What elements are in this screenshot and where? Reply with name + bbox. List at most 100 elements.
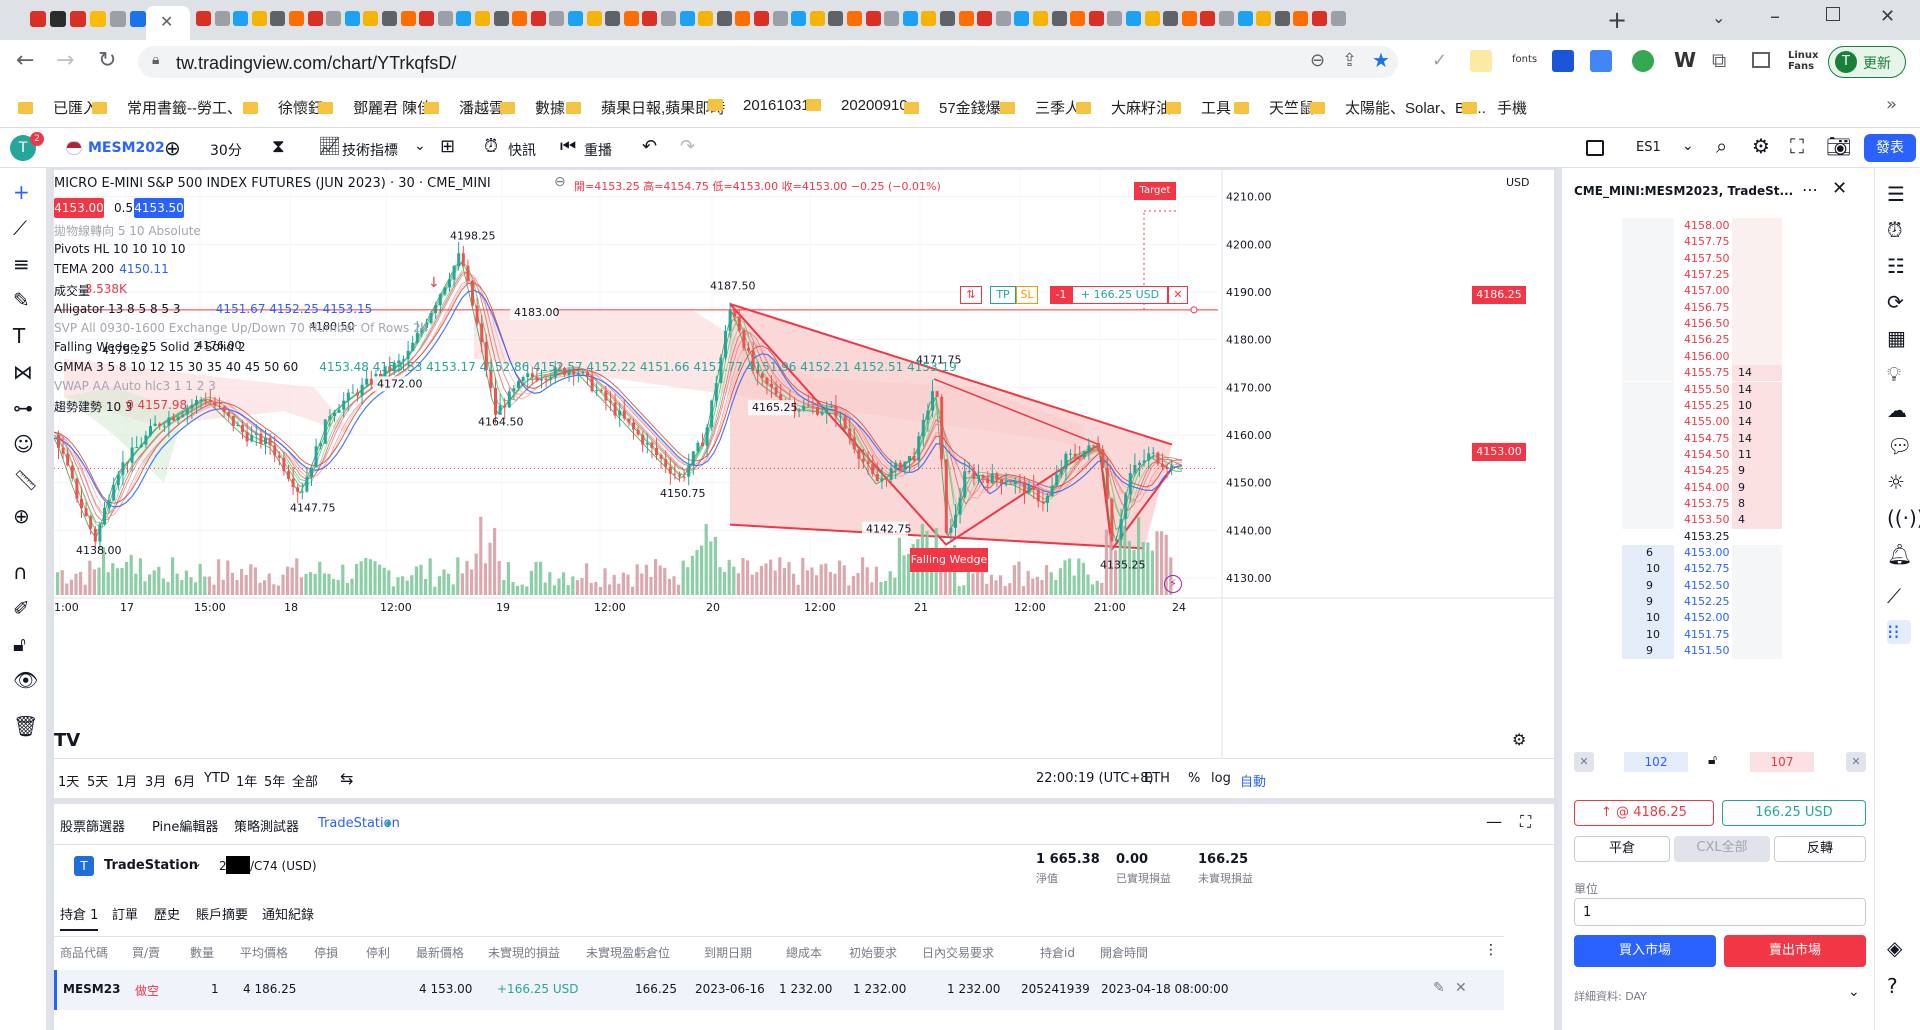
bookmark-item[interactable]: 鄧麗君 陳佳 — [318, 97, 432, 118]
broker-name[interactable]: TradeStation — [104, 858, 198, 873]
dom-close-icon[interactable]: ✕ — [1832, 178, 1847, 199]
dom-ask-row[interactable]: 4158.00 — [1622, 218, 1822, 235]
position-tp-button[interactable]: ↑ @ 4186.25 — [1574, 800, 1714, 826]
tab-favicon-icon[interactable] — [493, 11, 509, 26]
tab-favicon-icon[interactable] — [623, 11, 639, 26]
dom-bid-row[interactable]: 10 4152.00 — [1622, 610, 1822, 627]
indicators-button[interactable]: 技術指標 — [342, 140, 398, 160]
tab-favicon-icon[interactable] — [1181, 11, 1197, 26]
active-tab[interactable]: ✕ — [146, 6, 190, 40]
crosshair-icon[interactable]: + — [13, 180, 37, 204]
undo-icon[interactable]: ↶ — [642, 136, 657, 157]
dom-bid-cell[interactable] — [1622, 250, 1674, 268]
tab-favicon-icon[interactable] — [419, 11, 435, 26]
indicator-name[interactable]: Alligator 13 8 5 8 5 3 — [54, 302, 181, 316]
emoji-icon[interactable]: ☺ — [13, 432, 37, 456]
column-header[interactable]: 最新價格 — [416, 944, 464, 961]
pattern-icon[interactable]: ⋈ — [13, 360, 37, 384]
bookmark-item[interactable]: 57金錢爆 — [904, 97, 1001, 118]
maximize-panel-icon[interactable]: ⛶ — [1520, 812, 1531, 832]
fib-icon[interactable]: ≡ — [13, 252, 37, 276]
column-header[interactable]: 日內交易要求 — [922, 944, 994, 961]
chart-title[interactable]: MICRO E-MINI S&P 500 INDEX FUTURES (JUN … — [54, 176, 491, 191]
dom-bid-row[interactable]: 10 4152.75 — [1622, 561, 1822, 578]
tab-favicon-icon[interactable] — [661, 11, 676, 26]
translate-extension-icon[interactable] — [1590, 50, 1612, 72]
bookmark-item[interactable]: 常用書籤--勞工、... — [92, 97, 255, 118]
dom-bid-cell[interactable] — [1622, 414, 1674, 431]
dom-ask-cell[interactable] — [1732, 561, 1782, 578]
bookmark-item[interactable]: 已匯入 — [18, 97, 98, 118]
reload-icon[interactable]: ↻ — [98, 48, 116, 73]
clear-bids-icon[interactable]: ✕ — [1574, 752, 1594, 772]
range-button[interactable]: YTD — [204, 771, 230, 786]
dom-ask-cell[interactable] — [1732, 234, 1782, 251]
sub-tab[interactable]: 歷史 — [154, 904, 180, 923]
tab-favicon-icon[interactable] — [233, 11, 249, 26]
tab-favicon-icon[interactable] — [251, 11, 267, 26]
layouts-icon[interactable]: ⊞ — [440, 136, 455, 157]
reverse-arrows-icon[interactable]: ⇅ — [960, 286, 982, 304]
fullscreen-icon[interactable]: ⛶ — [1790, 134, 1804, 158]
symbol-search-button[interactable]: MESM202 — [88, 140, 165, 156]
w-extension-icon[interactable]: W — [1674, 48, 1696, 72]
bookmark-item[interactable]: 數據 — [500, 97, 565, 118]
dom-bid-cell[interactable] — [1622, 495, 1674, 513]
sub-tab[interactable]: 賬戶摘要 — [196, 904, 248, 923]
position-pnl-button[interactable]: 166.25 USD — [1722, 800, 1866, 826]
panel-tab[interactable]: 股票篩選器 — [60, 816, 125, 835]
bookmark-item[interactable]: 20161031 — [708, 97, 810, 114]
tab-favicon-icon[interactable] — [977, 11, 993, 26]
dom-bid-cell[interactable] — [1622, 365, 1674, 382]
tab-favicon-icon[interactable] — [1274, 11, 1290, 26]
close-tab-icon[interactable]: ✕ — [160, 12, 173, 31]
tab-favicon-icon[interactable] — [847, 11, 862, 26]
tab-favicon-icon[interactable] — [400, 11, 416, 26]
alert-button[interactable]: 快訊 — [508, 140, 536, 160]
compare-icon[interactable]: ⊕ — [164, 136, 181, 160]
tab-favicon-icon[interactable] — [512, 11, 528, 26]
update-button[interactable]: T 更新 — [1828, 46, 1906, 78]
minimize-panel-icon[interactable]: — — [1486, 812, 1502, 831]
edit-position-icon[interactable]: ✎ — [1433, 980, 1445, 996]
dom-ask-row[interactable]: 4156.00 — [1622, 348, 1822, 366]
interval-button[interactable]: 30分 — [210, 140, 242, 160]
tab-favicon-icon[interactable] — [1200, 11, 1216, 26]
buy-market-button[interactable]: 買入市場 — [1574, 935, 1716, 967]
dom-ask-cell[interactable] — [1732, 218, 1782, 235]
ideas-icon[interactable]: 💡︎ — [1887, 362, 1911, 386]
column-header[interactable]: 未實現盈虧倉位 — [586, 944, 670, 961]
dom-ask-cell[interactable] — [1732, 316, 1782, 333]
tab-favicon-icon[interactable] — [30, 11, 46, 27]
dom-ask-cell[interactable] — [1732, 348, 1782, 366]
publish-button[interactable]: 發表 — [1864, 134, 1916, 162]
dom-bid-cell[interactable] — [1622, 446, 1674, 464]
eye-icon[interactable]: 👁︎ — [13, 668, 38, 692]
auto-button[interactable]: 自動 — [1240, 771, 1266, 790]
compare-symbol[interactable]: ES1 — [1636, 140, 1661, 155]
dom-ask-row[interactable]: 4154.50 11 — [1622, 446, 1822, 464]
column-header[interactable]: 停損 — [314, 944, 338, 961]
dom-ask-row[interactable]: 4154.75 14 — [1622, 430, 1822, 447]
tab-favicon-icon[interactable] — [382, 11, 397, 26]
log-button[interactable]: log — [1211, 771, 1231, 786]
dom-ask-cell[interactable] — [1732, 545, 1782, 562]
hotlist-icon[interactable]: ⟳ — [1887, 290, 1911, 314]
dom-ask-row[interactable]: 4156.25 — [1622, 332, 1822, 349]
tab-favicon-icon[interactable] — [1014, 11, 1030, 26]
chat-icon[interactable]: 💬︎ — [1887, 434, 1912, 458]
lock-icon[interactable]: 🔓︎ — [13, 632, 37, 656]
tab-favicon-icon[interactable] — [326, 11, 342, 26]
dom-bid-cell[interactable] — [1622, 267, 1674, 284]
tab-favicon-icon[interactable] — [50, 11, 66, 27]
dom-ask-row[interactable]: 4156.75 — [1622, 299, 1822, 317]
currency-label[interactable]: USD — [1506, 176, 1530, 189]
flatten-button[interactable]: 平倉 — [1574, 836, 1670, 862]
lock-drawing-icon[interactable]: ✐ — [13, 596, 37, 620]
price-chart[interactable]: ↓ 4198.254187.504183.004180.504176.00417… — [54, 170, 1554, 758]
dom-bid-cell[interactable] — [1622, 332, 1674, 349]
tab-favicon-icon[interactable] — [289, 11, 304, 26]
alert-icon[interactable]: ⏰︎ — [484, 136, 498, 157]
sub-tab[interactable]: 通知紀錄 — [262, 904, 314, 923]
dom-bid-row[interactable]: 10 4151.75 — [1622, 626, 1822, 644]
